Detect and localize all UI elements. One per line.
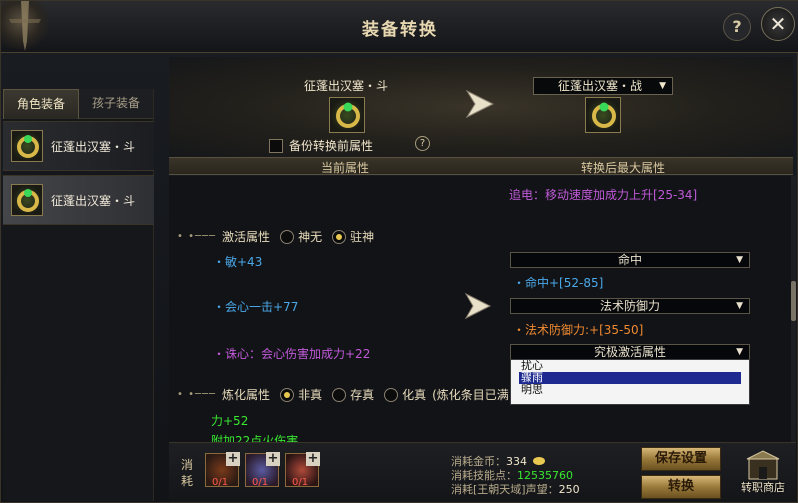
attribute-select-2-value: 法术防御力 (599, 299, 660, 313)
attribute-select-3-value: 究极激活属性 (593, 345, 666, 359)
save-settings-button[interactable]: 保存设置 (641, 447, 721, 471)
material-count: 0/1 (292, 477, 309, 488)
material-count: 0/1 (252, 477, 269, 488)
shop-icon (746, 450, 780, 480)
gold-coin-icon (532, 457, 545, 465)
tab-child-equipment[interactable]: 孩子装备 (79, 89, 153, 119)
radio-huazhen-label: 化真 (402, 388, 427, 402)
divider-dots: • •─── (177, 231, 217, 242)
dropdown-option-list: 扰心 骤雨 明思 (510, 359, 750, 405)
radio-zhushen[interactable] (332, 229, 347, 244)
job-shop-button[interactable]: 转职商店 (737, 449, 789, 501)
job-shop-label: 转职商店 (741, 481, 785, 494)
current-attributes-header: 当前属性 (321, 161, 370, 175)
attribute-select-3[interactable]: 究极激活属性 ▼ (510, 344, 750, 360)
close-button[interactable]: ✕ (761, 7, 795, 41)
equipment-tabs: 角色装备 孩子装备 (3, 89, 153, 119)
max-attributes-header: 转换后最大属性 (581, 161, 666, 175)
convert-arrow-icon (463, 291, 493, 324)
equipment-name: 征蓬出汉塞・斗 (51, 193, 136, 208)
dropdown-option-highlighted[interactable]: 骤雨 (519, 372, 741, 384)
refine-line-1: 力+52 (211, 414, 249, 428)
plus-icon[interactable]: + (306, 452, 320, 466)
chevron-down-icon: ▼ (736, 301, 743, 311)
divider-dots: • •─── (177, 389, 217, 400)
backup-checkbox[interactable] (269, 138, 283, 153)
refine-line-2: 附加22点火伤害 (211, 434, 299, 442)
equipment-list-item[interactable]: 征蓬出汉塞・斗 (3, 175, 154, 225)
material-count: 0/1 (212, 477, 229, 488)
radio-feizhen-label: 非真 (298, 388, 323, 402)
equipment-list-panel: 角色装备 孩子装备 征蓬出汉塞・斗 征蓬出汉塞・斗 (3, 89, 154, 501)
radio-cunzhen-label: 存真 (350, 388, 375, 402)
target-equipment-value: 征蓬出汉塞・战 (558, 79, 643, 93)
plus-icon[interactable]: + (266, 452, 280, 466)
radio-cunzhen[interactable] (332, 387, 347, 402)
equipment-list-item[interactable]: 征蓬出汉塞・斗 (3, 121, 154, 171)
refine-title: 炼化属性 (222, 388, 271, 402)
chevron-down-icon: ▼ (736, 347, 743, 357)
window-title: 装备转换 (362, 20, 438, 40)
convert-arrow-icon (463, 87, 497, 124)
result-attribute-1: ・命中+[52-85] (513, 276, 604, 290)
current-attribute-1: ・敏+43 (213, 255, 263, 269)
backup-label: 备份转换前属性 (289, 139, 374, 153)
activation-section: • •─── 激活属性 神无 驻神 (177, 228, 374, 245)
current-attribute-3: ・诛心：会心伤害加成力+22 (213, 347, 371, 361)
ring-icon (11, 130, 43, 162)
convert-button[interactable]: 转换 (641, 475, 721, 499)
chevron-down-icon: ▼ (659, 81, 666, 91)
cost-reputation-value: 250 (558, 483, 580, 496)
attribute-select-2[interactable]: 法术防御力 ▼ (510, 298, 750, 314)
radio-huazhen[interactable] (384, 387, 399, 402)
result-attribute-2: ・法术防御力:+[35-50] (513, 323, 644, 337)
radio-shenwu-label: 神无 (298, 230, 323, 244)
dropdown-option[interactable]: 明思 (511, 384, 749, 396)
scrollbar[interactable] (791, 176, 796, 442)
material-slot[interactable]: + 0/1 (205, 452, 240, 488)
help-button[interactable]: ? (723, 13, 751, 41)
chevron-down-icon: ▼ (736, 255, 743, 265)
refine-section: • •─── 炼化属性 非真 存真 化真 (炼化条目已满 (177, 386, 509, 403)
equipment-convert-window: 装备转换 ? ✕ 角色装备 孩子装备 征蓬出汉塞・斗 征蓬出汉塞・斗 征蓬出汉塞… (0, 0, 798, 503)
cost-reputation-label: 消耗[王朝天域]声望： (451, 483, 559, 496)
refine-note: (炼化条目已满 (432, 388, 509, 402)
consume-label: 消耗 (181, 458, 194, 488)
radio-shenwu[interactable] (280, 229, 295, 244)
radio-feizhen[interactable] (280, 387, 295, 402)
backup-option[interactable]: 备份转换前属性 (269, 137, 373, 154)
equipment-name: 征蓬出汉塞・斗 (51, 139, 136, 154)
source-equipment-name: 征蓬出汉塞・斗 (303, 79, 388, 93)
pursuit-attribute: 追电：移动速度加成力上升[25-34] (509, 188, 698, 202)
radio-zhushen-label: 驻神 (350, 230, 375, 244)
material-slot[interactable]: + 0/1 (285, 452, 320, 488)
dropdown-option[interactable]: 扰心 (511, 360, 749, 372)
source-ring-icon (329, 97, 365, 133)
attribute-header: 当前属性 转换后最大属性 (169, 157, 793, 175)
scroll-thumb[interactable] (791, 281, 796, 321)
activation-title: 激活属性 (222, 230, 271, 244)
target-ring-icon (585, 97, 621, 133)
target-equipment-select[interactable]: 征蓬出汉塞・战 ▼ (533, 77, 673, 95)
title-bar: 装备转换 ? ✕ (1, 1, 798, 53)
cost-reputation: 消耗[王朝天域]声望：250 (451, 481, 580, 497)
attribute-select-1[interactable]: 命中 ▼ (510, 252, 750, 268)
current-attribute-2: ・会心一击+77 (213, 300, 299, 314)
attribute-select-1-value: 命中 (617, 253, 642, 267)
material-slot[interactable]: + 0/1 (245, 452, 280, 488)
ring-icon (11, 184, 43, 216)
plus-icon[interactable]: + (226, 452, 240, 466)
tab-character-equipment[interactable]: 角色装备 (3, 89, 79, 119)
question-icon[interactable]: ? (415, 136, 430, 151)
